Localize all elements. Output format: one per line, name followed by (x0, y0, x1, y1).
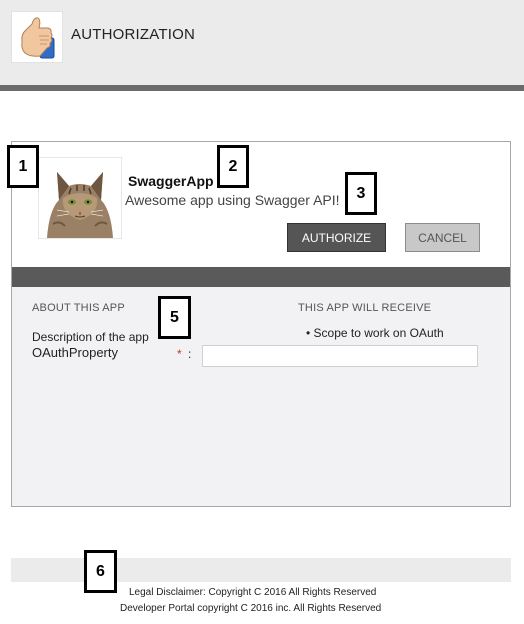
receive-heading: THIS APP WILL RECEIVE (298, 302, 432, 314)
section-divider-band (12, 267, 510, 287)
authorize-button[interactable]: AUTHORIZE (287, 223, 386, 252)
app-avatar (38, 157, 122, 239)
oauth-property-input[interactable] (202, 345, 478, 367)
header-divider (0, 85, 524, 91)
portal-copyright: Developer Portal copyright C 2016 inc. A… (120, 603, 382, 614)
callout-1: 1 (7, 145, 39, 188)
about-heading: ABOUT THIS APP (32, 302, 125, 314)
authorization-card: SwaggerApp Awesome app using Swagger API… (11, 141, 511, 507)
field-colon: : (188, 347, 192, 361)
page-title: AUTHORIZATION (71, 26, 195, 43)
app-header: AUTHORIZATION (0, 0, 524, 85)
callout-6: 6 (84, 550, 117, 593)
required-marker: * (177, 347, 182, 361)
oauth-property-label: OAuthProperty (32, 345, 118, 360)
callout-2: 2 (217, 145, 249, 188)
callout-5: 5 (158, 296, 191, 339)
scope-label: Scope to work on OAuth (313, 326, 444, 340)
cancel-button[interactable]: CANCEL (405, 223, 480, 252)
callout-3: 3 (345, 172, 377, 215)
legal-disclaimer: Legal Disclaimer: Copyright C 2016 All R… (129, 587, 377, 598)
app-description: Awesome app using Swagger API! (125, 192, 340, 208)
app-name: SwaggerApp (128, 173, 214, 189)
app-description-label: Description of the app (32, 330, 149, 344)
details-panel (12, 287, 510, 506)
thumbs-up-icon (11, 11, 63, 63)
scope-list-item: • Scope to work on OAuth (306, 326, 444, 340)
